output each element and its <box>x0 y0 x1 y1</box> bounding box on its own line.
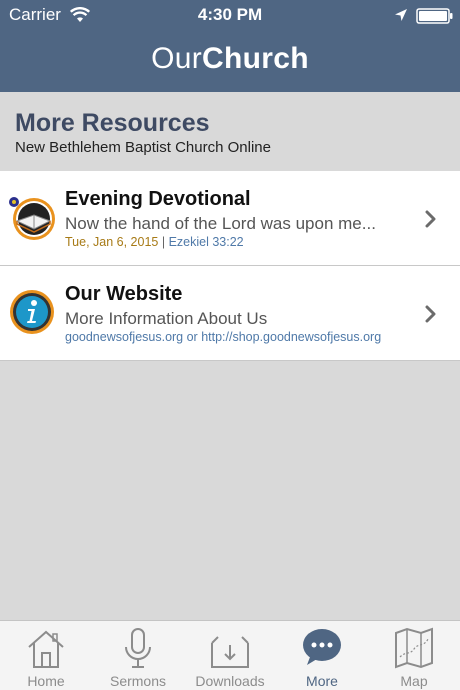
home-icon <box>28 630 64 668</box>
tab-label: Downloads <box>195 673 265 689</box>
item-meta: Tue, Jan 6, 2015 | Ezekiel 33:22 <box>65 235 244 249</box>
item-title: Our Website <box>65 283 183 305</box>
tab-label: Map <box>400 673 428 689</box>
tab-more[interactable]: More <box>276 621 368 690</box>
info-icon <box>10 290 54 334</box>
chevron-right-icon <box>425 210 436 228</box>
tab-bar: Home Sermons Downloads More Map <box>0 620 460 690</box>
book-icon <box>9 197 55 240</box>
list-item-evening-devotional[interactable]: Evening Devotional Now the hand of the L… <box>0 171 460 266</box>
item-title: Evening Devotional <box>65 188 251 210</box>
item-meta: goodnewsofjesus.org or http://shop.goodn… <box>65 330 381 344</box>
microphone-icon <box>125 628 151 668</box>
item-reference: Ezekiel 33:22 <box>168 235 244 249</box>
item-date: Tue, Jan 6, 2015 <box>65 235 159 249</box>
download-icon <box>211 636 249 668</box>
tab-sermons[interactable]: Sermons <box>92 621 184 690</box>
tab-map[interactable]: Map <box>368 621 460 690</box>
meta-separator: | <box>161 235 166 249</box>
tab-home[interactable]: Home <box>0 621 92 690</box>
tab-label: Home <box>27 673 65 689</box>
app-header: Carrier 4:30 PM OurChurch <box>0 0 460 92</box>
more-icon <box>303 629 341 665</box>
status-time: 4:30 PM <box>197 5 263 24</box>
section-header: More Resources New Bethlehem Baptist Chu… <box>0 92 460 170</box>
app-title: OurChurch <box>151 42 309 75</box>
section-title: More Resources <box>15 109 210 137</box>
location-arrow-icon <box>395 9 407 21</box>
battery-icon <box>416 8 453 24</box>
map-icon <box>395 627 433 669</box>
section-subtitle: New Bethlehem Baptist Church Online <box>15 139 271 156</box>
status-bar: Carrier 4:30 PM <box>0 0 460 32</box>
tab-label: More <box>306 673 338 689</box>
item-description: More Information About Us <box>65 309 268 328</box>
tab-downloads[interactable]: Downloads <box>184 621 276 690</box>
item-description: Now the hand of the Lord was upon me... <box>65 214 376 233</box>
list-item-our-website[interactable]: Our Website More Information About Us go… <box>0 266 460 361</box>
resource-list: Evening Devotional Now the hand of the L… <box>0 171 460 361</box>
item-link[interactable]: goodnewsofjesus.org or http://shop.goodn… <box>65 330 381 344</box>
tab-label: Sermons <box>109 673 167 689</box>
chevron-right-icon <box>425 305 436 323</box>
